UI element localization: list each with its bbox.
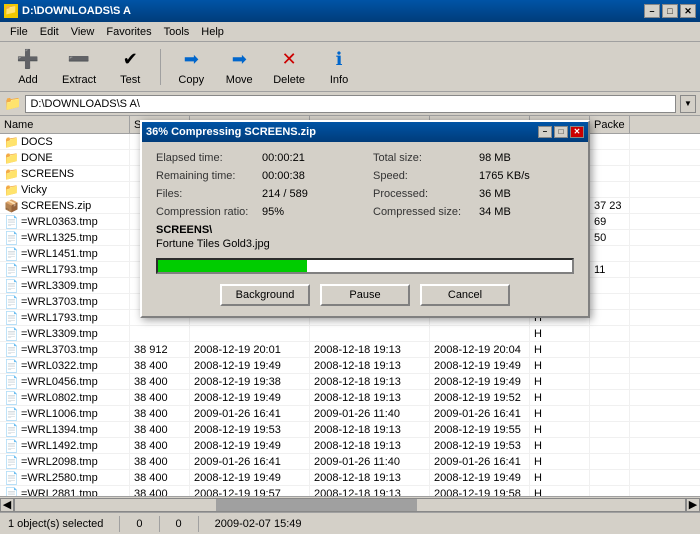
compressed-value: 34 MB <box>479 206 511 218</box>
compressed-label: Compressed size: <box>373 206 473 218</box>
speed-col: Speed: 1765 KB/s <box>373 170 574 182</box>
compression-label: Compression ratio: <box>156 206 256 218</box>
total-size-label: Total size: <box>373 152 473 164</box>
elapsed-value: 00:00:21 <box>262 152 305 164</box>
modal-row-2: Remaining time: 00:00:38 Speed: 1765 KB/… <box>156 170 574 182</box>
total-size-col: Total size: 98 MB <box>373 152 574 164</box>
elapsed-label: Elapsed time: <box>156 152 256 164</box>
progress-container <box>156 258 574 274</box>
remaining-label: Remaining time: <box>156 170 256 182</box>
cancel-button[interactable]: Cancel <box>420 284 510 306</box>
modal-filename: Fortune Tiles Gold3.jpg <box>156 238 574 250</box>
modal-minimize-btn[interactable]: – <box>538 126 552 138</box>
modal-buttons: Background Pause Cancel <box>156 284 574 306</box>
speed-value: 1765 KB/s <box>479 170 530 182</box>
total-size-value: 98 MB <box>479 152 511 164</box>
elapsed-col: Elapsed time: 00:00:21 <box>156 152 357 164</box>
remaining-value: 00:00:38 <box>262 170 305 182</box>
modal-row-1: Elapsed time: 00:00:21 Total size: 98 MB <box>156 152 574 164</box>
progress-bar <box>158 260 307 272</box>
modal-overlay: 36% Compressing SCREENS.zip – □ ✕ Elapse… <box>0 0 700 527</box>
compression-value: 95% <box>262 206 284 218</box>
modal-folder-label: SCREENS\ <box>156 224 574 236</box>
processed-label: Processed: <box>373 188 473 200</box>
modal-row-3: Files: 214 / 589 Processed: 36 MB <box>156 188 574 200</box>
modal-title-buttons: – □ ✕ <box>538 126 584 138</box>
background-button[interactable]: Background <box>220 284 310 306</box>
processed-col: Processed: 36 MB <box>373 188 574 200</box>
modal-title: 36% Compressing SCREENS.zip <box>146 126 316 138</box>
remaining-col: Remaining time: 00:00:38 <box>156 170 357 182</box>
compressed-col: Compressed size: 34 MB <box>373 206 574 218</box>
compress-dialog: 36% Compressing SCREENS.zip – □ ✕ Elapse… <box>140 120 590 318</box>
compression-col: Compression ratio: 95% <box>156 206 357 218</box>
pause-button[interactable]: Pause <box>320 284 410 306</box>
files-value: 214 / 589 <box>262 188 308 200</box>
speed-label: Speed: <box>373 170 473 182</box>
modal-title-bar: 36% Compressing SCREENS.zip – □ ✕ <box>142 122 588 142</box>
modal-maximize-btn[interactable]: □ <box>554 126 568 138</box>
modal-close-btn[interactable]: ✕ <box>570 126 584 138</box>
modal-content: Elapsed time: 00:00:21 Total size: 98 MB… <box>142 142 588 316</box>
files-label: Files: <box>156 188 256 200</box>
modal-row-4: Compression ratio: 95% Compressed size: … <box>156 206 574 218</box>
processed-value: 36 MB <box>479 188 511 200</box>
files-col: Files: 214 / 589 <box>156 188 357 200</box>
